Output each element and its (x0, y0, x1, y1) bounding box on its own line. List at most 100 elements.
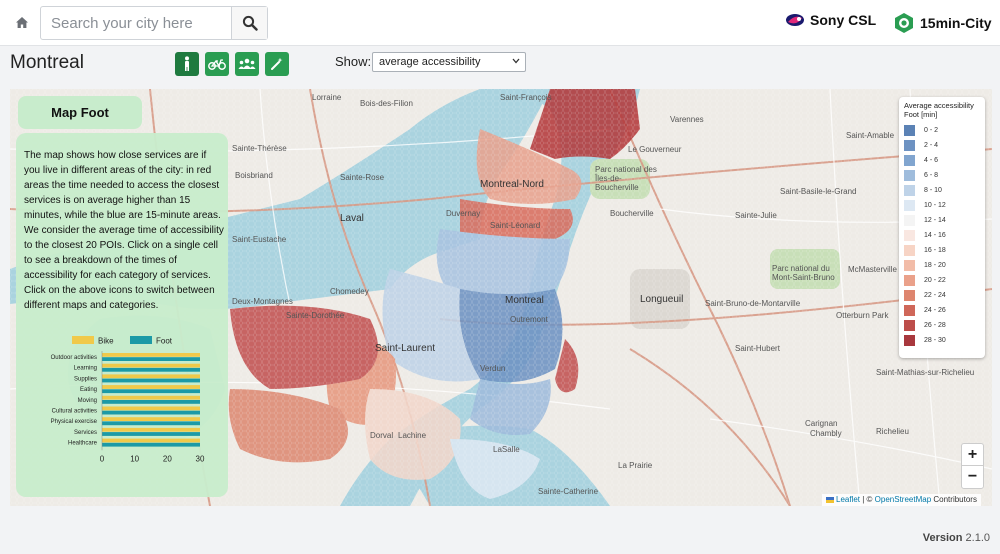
map-label: Boisbriand (235, 171, 273, 180)
legend-item: 6 - 8 (904, 168, 980, 183)
legend-swatch (904, 260, 915, 271)
map-label: Longueuil (640, 294, 684, 305)
chart-bar-bike (102, 406, 200, 411)
foot-mode-button[interactable] (175, 52, 199, 76)
legend-item: 14 - 16 (904, 228, 980, 243)
map-label: Lachine (398, 431, 427, 440)
legend-label: 14 - 16 (924, 232, 946, 239)
legend-swatch (904, 185, 915, 196)
city-title: Montreal (10, 52, 84, 73)
legend-item: 26 - 28 (904, 318, 980, 333)
legend-swatch (904, 230, 915, 241)
legend-swatch (904, 125, 915, 136)
map-label: Parc national du Mont-Saint-Bruno (772, 264, 835, 282)
map-label: Saint-Mathias-sur-Richelieu (876, 368, 975, 377)
map-label: McMasterville (848, 265, 897, 274)
magic-wand-icon (271, 57, 283, 70)
legend-label: 0 - 2 (924, 127, 939, 134)
osm-link[interactable]: OpenStreetMap (875, 495, 931, 504)
legend-label: 12 - 14 (924, 217, 946, 224)
search-input[interactable] (41, 7, 231, 39)
version-info: Version 2.1.0 (923, 532, 990, 544)
wand-mode-button[interactable] (265, 52, 289, 76)
chart-bar-foot (102, 378, 200, 383)
map-label: Saint-Laurent (375, 343, 436, 354)
map-label: Parc national des Îles-de-Boucherville (595, 165, 657, 192)
map-label: Saint-Bruno-de-Montarville (705, 299, 801, 308)
map-label: La Prairie (618, 461, 653, 470)
map-label: Dorval (370, 431, 394, 440)
legend-label: 8 - 10 (924, 187, 942, 194)
map-label: Sainte-Thérèse (232, 144, 287, 153)
app-logo[interactable]: 15min-City (893, 12, 992, 34)
map-legend: Average accessibility Foot [min] 0 - 2 2 … (899, 97, 985, 358)
chart-bar-foot (102, 400, 200, 404)
map-label: Otterburn Park (836, 311, 889, 320)
chart-bar-bike (102, 395, 200, 400)
map-label: Saint-Léonard (490, 221, 541, 230)
chart-category-label: Supplies (74, 376, 97, 382)
chart-bar-bike (102, 417, 200, 421)
search-button[interactable] (231, 7, 267, 39)
map-label: Saint-Basile-le-Grand (780, 187, 857, 196)
chart-category-label: Physical exercise (51, 419, 98, 425)
map-label: Sainte-Rose (340, 173, 385, 182)
legend-item: 18 - 20 (904, 258, 980, 273)
chart-category-label: Outdoor activities (51, 355, 97, 361)
legend-label: 6 - 8 (924, 172, 939, 179)
map-label: Lorraine (312, 93, 342, 102)
map-label: Saint-Amable (846, 131, 895, 140)
legend-swatch (904, 200, 915, 211)
users-icon (238, 58, 256, 69)
legend-item: 22 - 24 (904, 288, 980, 303)
flag-icon (826, 496, 834, 503)
chart-x-tick-label: 20 (163, 454, 172, 463)
legend-swatch (904, 245, 915, 256)
legend-swatch (904, 170, 915, 181)
population-mode-button[interactable] (235, 52, 259, 76)
chart-category-label: Services (74, 430, 97, 436)
home-icon[interactable] (8, 8, 36, 36)
map-label: Sainte-Julie (735, 211, 777, 220)
chart-category-label: Moving (78, 398, 97, 404)
legend-swatch (904, 290, 915, 301)
panel-description: The map shows how close services are if … (24, 150, 224, 311)
accessibility-bar-chart: Bike Foot Outdoor activities Learning Suppl… (51, 336, 205, 463)
legend-swatch (904, 335, 915, 346)
app-name: 15min-City (920, 15, 992, 31)
bicycle-icon (208, 59, 226, 70)
chart-legend-swatch (72, 336, 94, 344)
bike-mode-button[interactable] (205, 52, 229, 76)
zoom-out-button[interactable]: − (962, 466, 983, 488)
search-box (40, 6, 268, 40)
map-attribution: Leaflet | © OpenStreetMap Contributors (822, 494, 981, 506)
chart-legend-swatch (130, 336, 152, 344)
legend-title: Average accessibility Foot [min] (904, 101, 974, 119)
show-metric-select[interactable]: average accessibility (372, 52, 526, 72)
map-label: Duvernay (446, 209, 481, 218)
map-label: Chomedey (330, 287, 369, 296)
legend-swatch (904, 305, 915, 316)
map-label: Varennes (670, 115, 704, 124)
legend-label: 4 - 6 (924, 157, 939, 164)
legend-swatch (904, 320, 915, 331)
leaflet-link[interactable]: Leaflet (836, 495, 860, 504)
legend-label: 2 - 4 (924, 142, 939, 149)
map-label: Montreal (505, 295, 544, 306)
legend-swatch (904, 275, 915, 286)
legend-swatch (904, 155, 915, 166)
legend-item: 2 - 4 (904, 138, 980, 153)
show-label: Show: (335, 54, 372, 69)
map-label: Outremont (510, 315, 548, 324)
sony-csl-logo[interactable]: Sony CSL (785, 12, 876, 28)
map-label: Bois-des-Filion (360, 99, 413, 108)
chart-bar-bike (102, 385, 200, 389)
pedestrian-icon (185, 56, 189, 71)
legend-item: 4 - 6 (904, 153, 980, 168)
map-label: Richelieu (876, 427, 909, 436)
legend-item: 12 - 14 (904, 213, 980, 228)
map-label: Deux-Montagnes (232, 297, 293, 306)
chart-bar-foot (102, 442, 200, 447)
zoom-in-button[interactable]: + (962, 444, 983, 466)
map-label: Saint-François (500, 93, 552, 102)
